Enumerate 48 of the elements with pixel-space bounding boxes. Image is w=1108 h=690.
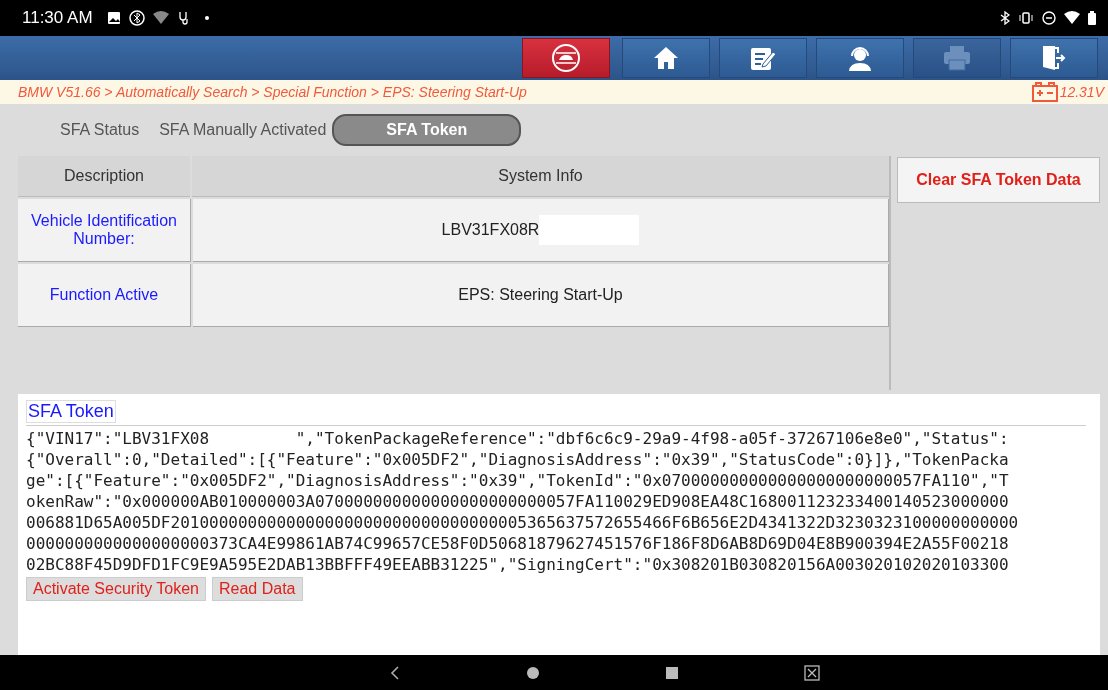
table-cell: LBV31FX08R bbox=[441, 221, 540, 239]
car-globe-icon bbox=[551, 43, 581, 73]
exit-button[interactable] bbox=[1010, 38, 1098, 78]
table-cell: EPS: Steering Start-Up bbox=[458, 286, 623, 304]
token-text-line: okenRaw":"0x000000AB010000003A070000000000000000000000057FA110029ED908EA48C168001123233400140523000000 bbox=[26, 491, 1010, 512]
tab[interactable]: SFA Manually Activated bbox=[157, 116, 329, 144]
home-button[interactable] bbox=[622, 38, 710, 78]
clear-token-button[interactable]: Clear SFA Token Data bbox=[897, 157, 1100, 203]
battery-icon bbox=[1088, 11, 1096, 25]
edit-button[interactable] bbox=[719, 38, 807, 78]
section-title: SFA Token bbox=[26, 400, 116, 423]
printer-icon bbox=[943, 45, 971, 71]
notification-dot-icon bbox=[204, 16, 209, 20]
exit-door-icon bbox=[1040, 44, 1068, 72]
column-header: System Info bbox=[192, 156, 889, 197]
wifi-icon bbox=[1064, 11, 1080, 25]
token-text-line: 0000000000000000000373CA4E99861AB74C99657CE58F0D50681879627451576F186F8D6AB8D69D04E8B900394E2A55F00218 bbox=[26, 533, 1010, 554]
battery-voltage: 12.31V bbox=[1059, 84, 1104, 100]
wifi-icon bbox=[152, 11, 169, 25]
token-text-line: 006881D65A005DF2010000000000000000000000000000000005365637572655466F6B656E2D4341322D3230323100000000000 bbox=[26, 512, 1020, 533]
car-button[interactable] bbox=[522, 38, 610, 78]
car-battery-icon bbox=[1031, 82, 1058, 102]
screenshot-icon[interactable] bbox=[803, 664, 820, 681]
support-button[interactable] bbox=[816, 38, 904, 78]
table-cell: Vehicle Identification Number: bbox=[18, 199, 191, 262]
tab[interactable]: SFA Status bbox=[58, 116, 142, 144]
action-button[interactable]: Read Data bbox=[212, 577, 303, 601]
column-header: Description bbox=[18, 156, 190, 197]
home-icon bbox=[653, 45, 679, 71]
action-button[interactable]: Activate Security Token bbox=[26, 577, 206, 601]
recent-apps-icon[interactable] bbox=[664, 665, 679, 680]
token-text-line: {"Overall":0,"Detailed":[{"Feature":"0x005DF2","DiagnosisAddress":"0x39","StatusCode":0}]},"TokenPacka bbox=[26, 449, 1010, 470]
token-text-line: 02BC88F45D9DFD1FC9E9A595E2DAB13BBFFF49EEABB31225","SigningCert":"0x308201B030820156A003020102020103300 bbox=[26, 554, 1010, 575]
clock-time: 11:30 AM bbox=[22, 8, 93, 28]
headset-person-icon bbox=[846, 44, 874, 72]
back-icon[interactable] bbox=[388, 664, 401, 681]
tab[interactable]: SFA Token bbox=[332, 114, 522, 146]
table-cell: Function Active bbox=[18, 264, 191, 327]
bluetooth-icon bbox=[128, 10, 145, 26]
breadcrumb: BMW V51.66 > Automatically Search > Special Function > EPS: Steering Start-Up bbox=[18, 84, 527, 100]
do-not-disturb-icon bbox=[1042, 11, 1056, 25]
token-text-line: ge":[{"Feature":"0x005DF2","DiagnosisAddress":"0x39","TokenId":"0x070000000000000000000000057FA110","T bbox=[26, 470, 1010, 491]
bluetooth-icon bbox=[1000, 11, 1010, 25]
stethoscope-icon bbox=[176, 11, 191, 25]
home-icon[interactable] bbox=[525, 665, 540, 680]
vibrate-icon bbox=[1018, 12, 1034, 24]
image-icon bbox=[106, 11, 121, 25]
token-text-line: {"VIN17":"LBV31FX08 ","TokenPackageReference":"dbf6c6c9-29a9-4f98-a05f-37267106e8e0","Status": bbox=[26, 428, 1010, 449]
